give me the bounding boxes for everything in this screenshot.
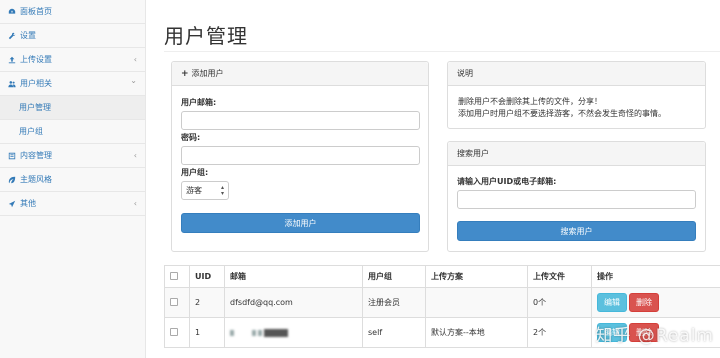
list-icon (7, 152, 17, 160)
files-cell: 2个 (527, 317, 592, 348)
email-cell-redacted (224, 317, 363, 348)
wrench-icon (7, 32, 17, 40)
col-files: 上传文件 (527, 265, 592, 288)
sidebar: 面板首页 设置 上传设置 ‹ 用户相关 ⌄ 用户管理 用户组 内容管理 ‹ 主题… (0, 0, 146, 358)
password-label: 密码: (181, 133, 201, 142)
search-user-button[interactable]: 搜索用户 (457, 221, 696, 241)
main-content: 用户管理 + 添加用户 用户邮箱: 密码: 用户组: 游客 ▴ ▾ 添加用户 说明… (147, 0, 720, 358)
row-select-cell (164, 287, 190, 318)
table-header-row: UID 邮箱 用户组 上传方案 上传文件 操作 (164, 265, 720, 288)
email-field[interactable] (181, 111, 420, 130)
group-cell: 注册会员 (362, 287, 426, 318)
redaction-mark (264, 328, 288, 337)
group-cell: self (362, 317, 426, 348)
info-heading: 说明 (448, 62, 705, 86)
plan-cell: 默认方案--本地 (425, 317, 528, 348)
files-cell: 0个 (527, 287, 592, 318)
redaction-mark (252, 329, 256, 336)
col-group: 用户组 (362, 265, 426, 288)
users-icon (7, 80, 17, 88)
sidebar-item-content[interactable]: 内容管理 ‹ (0, 144, 145, 168)
col-actions: 操作 (591, 265, 720, 288)
row-checkbox[interactable] (170, 327, 178, 336)
info-line-1: 删除用户不会删除其上传的文件，分享！ (458, 97, 602, 106)
sidebar-item-label: 上传设置 (20, 55, 52, 64)
add-user-heading: + 添加用户 (172, 62, 428, 86)
add-user-heading-text: 添加用户 (191, 69, 224, 78)
sidebar-item-label: 用户组 (19, 127, 43, 136)
watermark: 知乎 @Realm (595, 326, 714, 346)
sidebar-item-label: 主题风格 (20, 175, 52, 184)
delete-button[interactable]: 删除 (629, 293, 659, 312)
title-divider (164, 51, 720, 52)
search-label: 请输入用户UID或电子邮箱: (457, 177, 557, 186)
plan-cell (425, 287, 528, 318)
group-select[interactable]: 游客 ▴ ▾ (181, 181, 229, 200)
sidebar-item-label: 其他 (20, 199, 36, 208)
sidebar-item-dashboard[interactable]: 面板首页 (0, 0, 145, 24)
chevron-left-icon: ‹ (133, 199, 137, 208)
dashboard-icon (7, 8, 17, 16)
add-user-button[interactable]: 添加用户 (181, 213, 420, 233)
col-plan: 上传方案 (425, 265, 528, 288)
select-all-cell (164, 265, 190, 288)
chevron-down-icon: ⌄ (130, 76, 137, 85)
uid-cell: 1 (189, 317, 225, 348)
table-row: 2 dfsdfd@qq.com 注册会员 0个 编辑 删除 (164, 287, 720, 318)
leaf-icon (7, 176, 17, 184)
sidebar-item-label: 用户相关 (20, 79, 52, 88)
redaction-mark (258, 329, 262, 336)
group-select-value: 游客 (186, 186, 202, 195)
sidebar-item-user-management[interactable]: 用户管理 (0, 96, 145, 120)
row-select-cell (164, 317, 190, 348)
upload-icon (7, 56, 17, 64)
sidebar-item-user-groups[interactable]: 用户组 (0, 120, 145, 144)
add-user-panel: + 添加用户 用户邮箱: 密码: 用户组: 游客 ▴ ▾ 添加用户 (171, 61, 429, 252)
actions-cell: 编辑 删除 (591, 287, 720, 318)
select-arrows-icon: ▴ ▾ (220, 184, 224, 197)
send-icon (7, 200, 17, 208)
search-panel: 搜索用户 请输入用户UID或电子邮箱: 搜索用户 (447, 141, 706, 252)
info-line-2: 添加用户时用户组不要选择游客，不然会发生奇怪的事情。 (458, 109, 666, 118)
email-cell: dfsdfd@qq.com (224, 287, 363, 318)
row-checkbox[interactable] (170, 297, 178, 306)
sidebar-item-label: 用户管理 (19, 103, 51, 112)
group-label: 用户组: (181, 168, 209, 177)
select-all-checkbox[interactable] (170, 271, 178, 280)
plus-icon: + (181, 68, 189, 79)
sidebar-item-theme[interactable]: 主题风格 (0, 168, 145, 192)
search-input[interactable] (457, 190, 696, 209)
uid-cell: 2 (189, 287, 225, 318)
col-uid: UID (189, 265, 225, 288)
col-email: 邮箱 (224, 265, 363, 288)
sidebar-item-other[interactable]: 其他 ‹ (0, 192, 145, 216)
edit-button[interactable]: 编辑 (597, 293, 627, 312)
sidebar-item-label: 内容管理 (20, 151, 52, 160)
sidebar-item-settings[interactable]: 设置 (0, 24, 145, 48)
sidebar-item-label: 面板首页 (20, 7, 52, 16)
redaction-mark (230, 329, 234, 336)
chevron-left-icon: ‹ (133, 55, 137, 64)
sidebar-item-label: 设置 (20, 31, 36, 40)
password-field[interactable] (181, 146, 420, 165)
email-label: 用户邮箱: (181, 98, 217, 107)
sidebar-item-users[interactable]: 用户相关 ⌄ (0, 72, 145, 96)
chevron-left-icon: ‹ (133, 151, 137, 160)
info-panel: 说明 删除用户不会删除其上传的文件，分享！ 添加用户时用户组不要选择游客，不然会… (447, 61, 706, 129)
sidebar-item-upload-settings[interactable]: 上传设置 ‹ (0, 48, 145, 72)
page-title: 用户管理 (164, 24, 248, 48)
search-heading: 搜索用户 (448, 142, 705, 166)
